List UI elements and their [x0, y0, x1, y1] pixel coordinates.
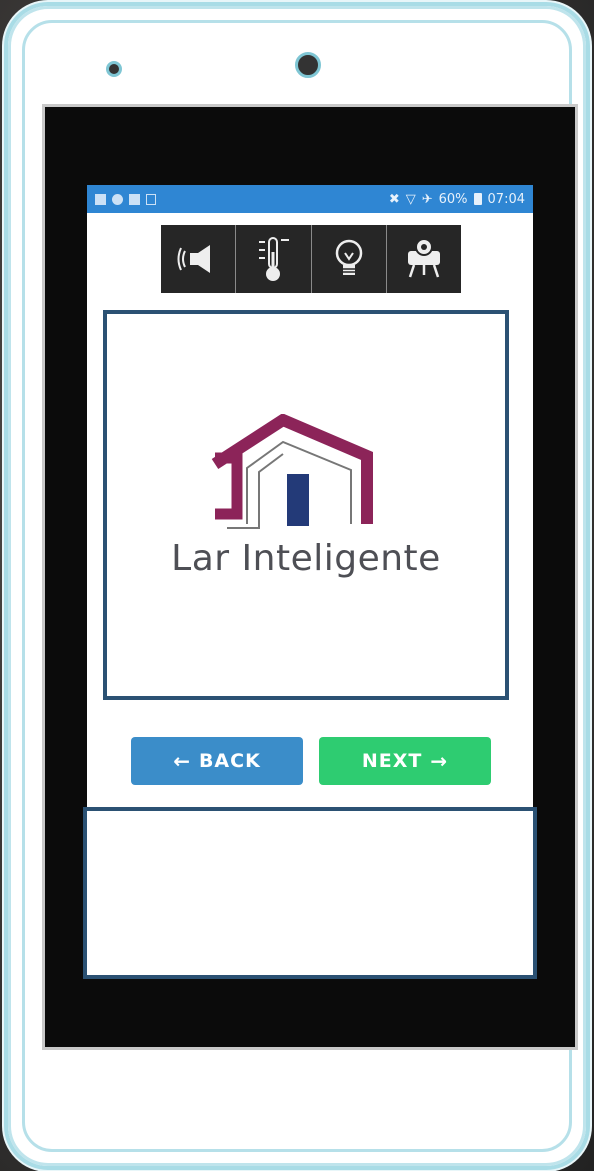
status-system: ✖ ▽ ✈ 60% 07:04	[389, 192, 525, 207]
screen: ✖ ▽ ✈ 60% 07:04 Lar Inteligente ← BACK N…	[42, 104, 578, 1050]
speaker-icon	[177, 245, 211, 273]
clock: 07:04	[487, 191, 525, 207]
status-bar: ✖ ▽ ✈ 60% 07:04	[87, 185, 533, 213]
device-toolbar	[161, 225, 461, 293]
light-button[interactable]	[311, 225, 387, 293]
airplane-mode-icon: ✈	[421, 191, 433, 207]
download-notification-icon	[112, 193, 123, 205]
next-label: NEXT	[361, 750, 423, 772]
projector-icon	[407, 238, 440, 278]
projector-button[interactable]	[386, 225, 461, 293]
document-notification-icon	[146, 193, 156, 205]
speaker-button[interactable]	[161, 225, 237, 293]
battery-percent: 60%	[438, 191, 468, 207]
brand-name: Lar Inteligente	[171, 538, 441, 579]
house-logo-icon	[211, 414, 373, 529]
next-button[interactable]: NEXT →	[319, 737, 491, 785]
facebook-notification-icon	[95, 193, 106, 205]
app-screen: ✖ ▽ ✈ 60% 07:04 Lar Inteligente ← BACK N…	[83, 185, 537, 979]
lightbulb-icon	[335, 239, 362, 275]
logo-panel: Lar Inteligente	[103, 310, 509, 700]
thermometer-button[interactable]	[236, 225, 312, 293]
status-notifications	[95, 193, 156, 205]
image-notification-icon	[129, 193, 140, 205]
mute-icon: ✖	[388, 191, 400, 207]
back-label: BACK	[198, 750, 261, 772]
back-button[interactable]: ← BACK	[131, 737, 303, 785]
phone-frame: ✖ ▽ ✈ 60% 07:04 Lar Inteligente ← BACK N…	[8, 6, 586, 1166]
arrow-left-icon: ←	[173, 749, 191, 773]
content-panel	[83, 807, 537, 979]
battery-icon	[473, 193, 482, 205]
thermometer-icon	[259, 237, 290, 281]
proximity-sensor	[106, 61, 122, 77]
wifi-icon: ▽	[405, 191, 416, 207]
arrow-right-icon: →	[430, 749, 449, 773]
front-camera	[295, 52, 321, 78]
